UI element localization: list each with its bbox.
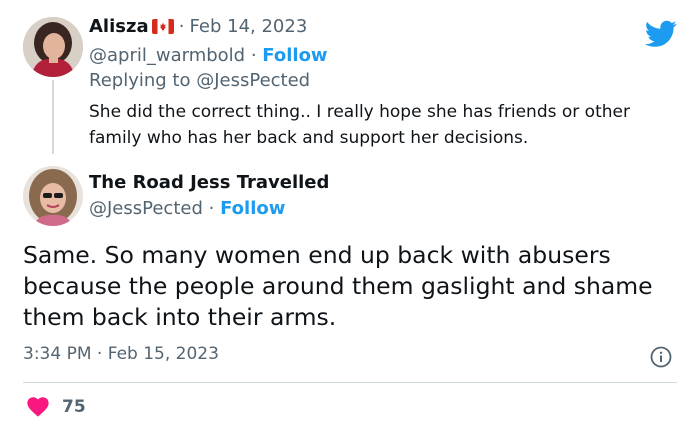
parent-tweet-header: Alisza · Feb 14, 2023 — [89, 16, 307, 38]
parent-tweet-text: She did the correct thing.. I really hop… — [89, 102, 630, 148]
separator: · — [96, 344, 103, 364]
info-icon[interactable] — [650, 346, 672, 368]
author-handle[interactable]: @JessPected — [89, 198, 203, 219]
avatar[interactable] — [23, 166, 83, 226]
twitter-bird-icon[interactable] — [644, 20, 677, 48]
like-button[interactable]: 75 — [27, 397, 86, 417]
author-name[interactable]: The Road Jess Travelled — [89, 172, 329, 193]
tweet-timestamp[interactable]: 3:34 PM · Feb 15, 2023 — [23, 344, 219, 364]
separator: · — [250, 45, 257, 66]
tweet-date[interactable]: Feb 14, 2023 — [190, 16, 308, 37]
replying-prefix: Replying to — [89, 70, 191, 91]
separator: · — [178, 16, 185, 37]
follow-button[interactable]: Follow — [262, 45, 327, 66]
author-name[interactable]: Alisza — [89, 16, 149, 37]
tweet-date: Feb 15, 2023 — [107, 344, 219, 364]
like-count: 75 — [62, 397, 86, 417]
parent-handle-row: @april_warmbold · Follow — [89, 45, 328, 66]
tweet-embed: Alisza · Feb 14, 2023 @april_warmbold · … — [0, 0, 700, 436]
tweet-time: 3:34 PM — [23, 344, 92, 364]
follow-button[interactable]: Follow — [220, 198, 285, 219]
thread-line — [52, 80, 54, 154]
heart-icon — [27, 397, 49, 417]
replying-mention-link[interactable]: @JessPected — [196, 70, 310, 91]
main-handle-row: @JessPected · Follow — [89, 198, 285, 219]
avatar-image — [23, 17, 83, 77]
separator: · — [208, 198, 215, 219]
main-tweet-header: The Road Jess Travelled — [89, 172, 329, 193]
replying-to: Replying to @JessPected — [89, 70, 310, 91]
main-tweet-text: Same. So many women end up back with abu… — [23, 241, 653, 331]
divider — [23, 382, 677, 383]
canada-flag-icon — [151, 19, 174, 38]
author-handle[interactable]: @april_warmbold — [89, 45, 245, 66]
avatar-image — [23, 166, 83, 226]
avatar[interactable] — [23, 17, 83, 77]
